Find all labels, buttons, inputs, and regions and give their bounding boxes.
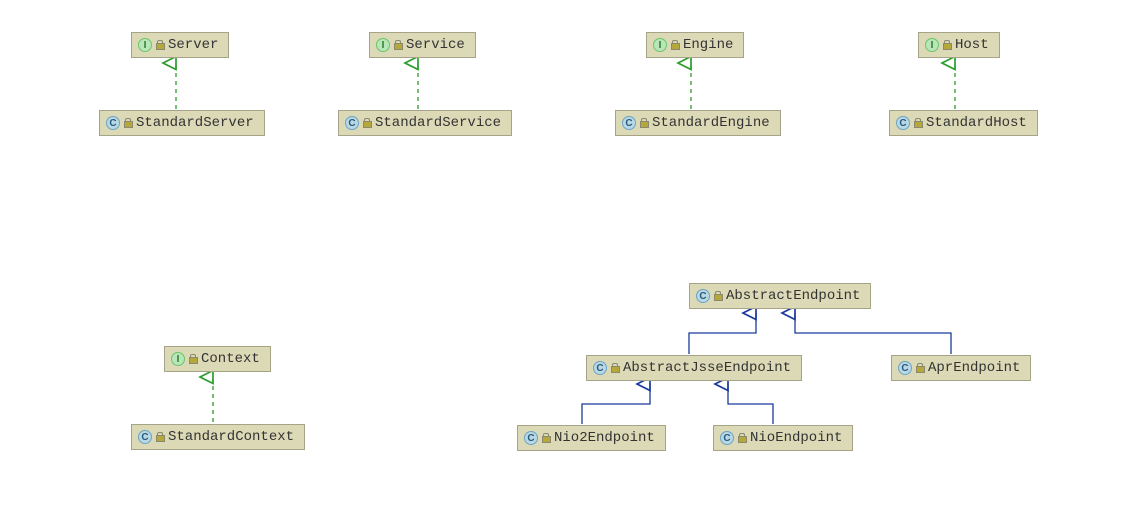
lock-icon bbox=[943, 40, 951, 50]
node-nioendpoint-class: C NioEndpoint bbox=[713, 425, 853, 451]
lock-icon bbox=[671, 40, 679, 50]
node-standardserver-class: C StandardServer bbox=[99, 110, 265, 136]
node-label: Service bbox=[406, 37, 465, 53]
class-icon: C bbox=[896, 116, 910, 130]
class-icon: C bbox=[345, 116, 359, 130]
class-icon: C bbox=[622, 116, 636, 130]
lock-icon bbox=[542, 433, 550, 443]
node-standardhost-class: C StandardHost bbox=[889, 110, 1038, 136]
node-label: Nio2Endpoint bbox=[554, 430, 655, 446]
node-label: StandardServer bbox=[136, 115, 254, 131]
node-standardcontext-class: C StandardContext bbox=[131, 424, 305, 450]
node-server-interface: I Server bbox=[131, 32, 229, 58]
node-label: Context bbox=[201, 351, 260, 367]
lock-icon bbox=[611, 363, 619, 373]
node-engine-interface: I Engine bbox=[646, 32, 744, 58]
interface-icon: I bbox=[138, 38, 152, 52]
node-abstractjsseendpoint-class: C AbstractJsseEndpoint bbox=[586, 355, 802, 381]
lock-icon bbox=[714, 291, 722, 301]
lock-icon bbox=[914, 118, 922, 128]
node-aprendpoint-class: C AprEndpoint bbox=[891, 355, 1031, 381]
node-context-interface: I Context bbox=[164, 346, 271, 372]
interface-icon: I bbox=[376, 38, 390, 52]
node-label: StandardEngine bbox=[652, 115, 770, 131]
node-nio2endpoint-class: C Nio2Endpoint bbox=[517, 425, 666, 451]
node-service-interface: I Service bbox=[369, 32, 476, 58]
node-label: StandardHost bbox=[926, 115, 1027, 131]
node-label: AbstractEndpoint bbox=[726, 288, 860, 304]
node-label: Engine bbox=[683, 37, 733, 53]
class-icon: C bbox=[524, 431, 538, 445]
lock-icon bbox=[156, 40, 164, 50]
node-abstractendpoint-class: C AbstractEndpoint bbox=[689, 283, 871, 309]
lock-icon bbox=[363, 118, 371, 128]
lock-icon bbox=[640, 118, 648, 128]
lock-icon bbox=[394, 40, 402, 50]
node-standardservice-class: C StandardService bbox=[338, 110, 512, 136]
node-label: Server bbox=[168, 37, 218, 53]
class-icon: C bbox=[696, 289, 710, 303]
lock-icon bbox=[124, 118, 132, 128]
interface-icon: I bbox=[171, 352, 185, 366]
class-icon: C bbox=[106, 116, 120, 130]
node-label: AprEndpoint bbox=[928, 360, 1020, 376]
node-label: StandardService bbox=[375, 115, 501, 131]
node-label: AbstractJsseEndpoint bbox=[623, 360, 791, 376]
lock-icon bbox=[189, 354, 197, 364]
class-icon: C bbox=[720, 431, 734, 445]
node-host-interface: I Host bbox=[918, 32, 1000, 58]
lock-icon bbox=[738, 433, 746, 443]
class-icon: C bbox=[898, 361, 912, 375]
node-label: Host bbox=[955, 37, 989, 53]
class-icon: C bbox=[593, 361, 607, 375]
lock-icon bbox=[916, 363, 924, 373]
node-label: StandardContext bbox=[168, 429, 294, 445]
node-standardengine-class: C StandardEngine bbox=[615, 110, 781, 136]
interface-icon: I bbox=[925, 38, 939, 52]
class-icon: C bbox=[138, 430, 152, 444]
interface-icon: I bbox=[653, 38, 667, 52]
lock-icon bbox=[156, 432, 164, 442]
node-label: NioEndpoint bbox=[750, 430, 842, 446]
